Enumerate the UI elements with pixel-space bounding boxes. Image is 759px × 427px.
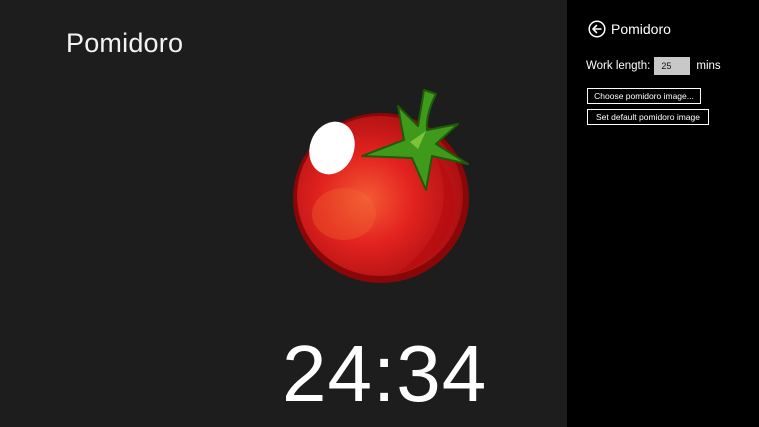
work-length-unit: mins: [696, 60, 721, 72]
back-arrow-circle-icon[interactable]: [588, 20, 606, 38]
tomato-image: [293, 89, 469, 283]
main-area: Pomidoro 24:34: [0, 0, 567, 427]
settings-header: Pomidoro: [588, 19, 671, 39]
work-length-input[interactable]: [654, 57, 691, 75]
work-length-row: Work length: mins: [586, 56, 721, 76]
app-window: Pomidoro 24:34 Pomidoro Work length: 25 …: [0, 0, 759, 427]
timer-display: 24:34: [282, 329, 488, 418]
settings-pane: Pomidoro Work length: mins Choose pomido…: [567, 0, 759, 427]
work-length-label: Work length:: [586, 60, 651, 72]
set-default-image-button[interactable]: Set default pomidoro image: [587, 109, 709, 125]
app-title: Pomidoro: [66, 28, 184, 58]
settings-title: Pomidoro: [611, 21, 671, 37]
choose-image-button[interactable]: Choose pomidoro image...: [587, 88, 701, 104]
